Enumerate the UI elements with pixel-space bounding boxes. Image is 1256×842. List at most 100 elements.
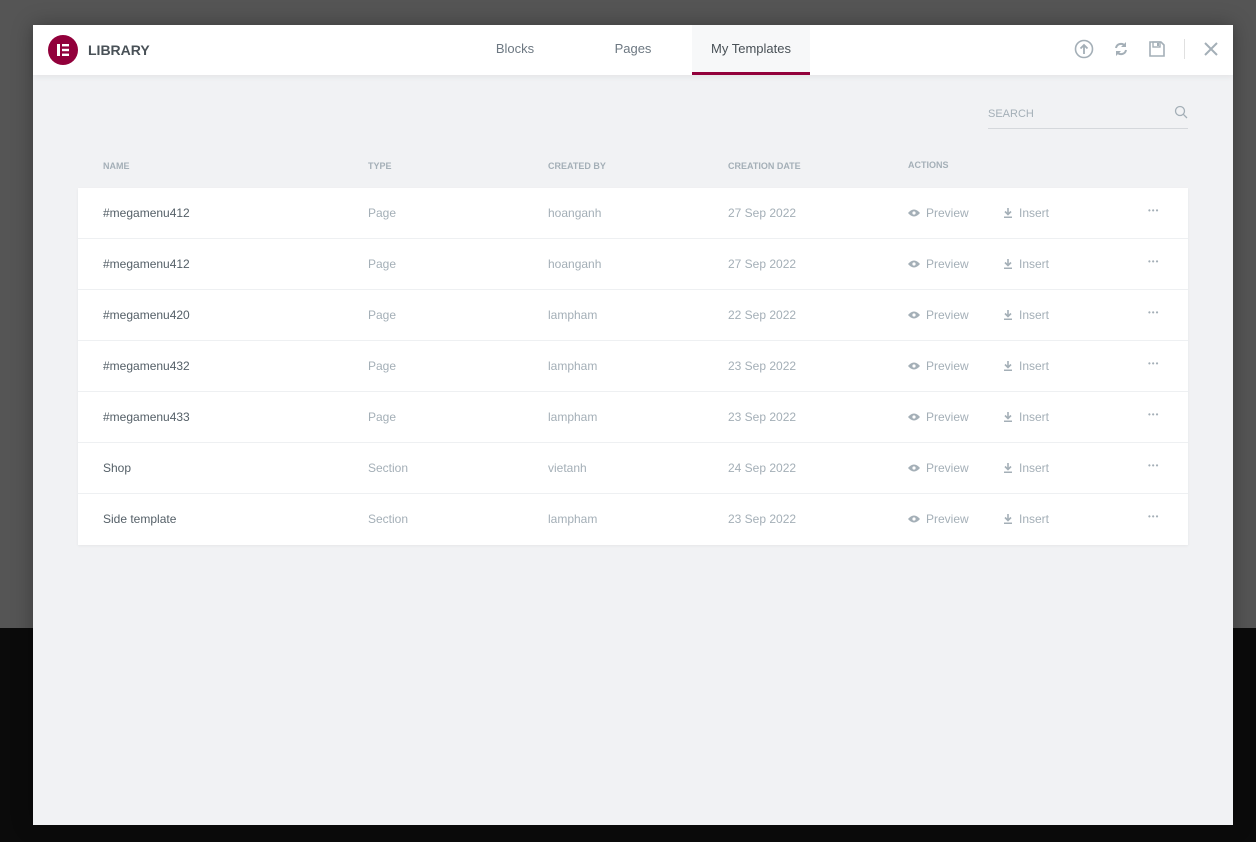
preview-label: Preview xyxy=(926,461,969,475)
template-name: Side template xyxy=(103,512,177,526)
sync-icon[interactable] xyxy=(1112,40,1130,58)
template-name: #megamenu412 xyxy=(103,206,190,220)
more-options-icon[interactable]: ••• xyxy=(1148,461,1159,470)
search-box xyxy=(988,103,1188,129)
preview-button[interactable]: Preview xyxy=(908,308,969,322)
table-row: #megamenu420 Page lampham 22 Sep 2022 Pr… xyxy=(78,290,1188,341)
insert-button[interactable]: Insert xyxy=(1003,308,1049,322)
search-icon[interactable] xyxy=(1174,105,1188,124)
templates-table: #megamenu412 Page hoanganh 27 Sep 2022 P… xyxy=(78,188,1188,545)
preview-button[interactable]: Preview xyxy=(908,461,969,475)
preview-button[interactable]: Preview xyxy=(908,257,969,271)
modal-title: LIBRARY xyxy=(88,42,150,58)
download-icon xyxy=(1004,412,1012,422)
template-author: hoanganh xyxy=(548,257,602,271)
header-name[interactable]: NAME xyxy=(103,161,130,171)
download-icon xyxy=(1004,208,1012,218)
template-author: lampham xyxy=(548,359,598,373)
template-date: 22 Sep 2022 xyxy=(728,308,797,322)
template-author: hoanganh xyxy=(548,206,602,220)
download-icon xyxy=(1004,310,1012,320)
eye-icon xyxy=(908,464,920,472)
template-date: 24 Sep 2022 xyxy=(728,461,797,475)
template-type: Page xyxy=(368,359,397,373)
eye-icon xyxy=(908,260,920,268)
template-author: vietanh xyxy=(548,461,587,475)
header-actions: ACTIONS xyxy=(908,160,949,170)
template-date: 27 Sep 2022 xyxy=(728,206,797,220)
insert-label: Insert xyxy=(1019,461,1050,475)
template-name: #megamenu412 xyxy=(103,257,190,271)
preview-label: Preview xyxy=(926,359,969,373)
upload-icon[interactable] xyxy=(1074,39,1094,59)
divider xyxy=(1184,39,1185,59)
eye-icon xyxy=(908,209,920,217)
template-date: 23 Sep 2022 xyxy=(728,512,797,526)
insert-label: Insert xyxy=(1019,410,1050,424)
preview-button[interactable]: Preview xyxy=(908,359,969,373)
tab-my-templates[interactable]: My Templates xyxy=(692,25,810,75)
more-options-icon[interactable]: ••• xyxy=(1148,206,1159,215)
header-created-by[interactable]: CREATED BY xyxy=(548,161,606,171)
insert-label: Insert xyxy=(1019,206,1050,220)
template-type: Section xyxy=(368,461,409,475)
template-type: Page xyxy=(368,410,397,424)
table-row: Side template Section lampham 23 Sep 202… xyxy=(78,494,1188,545)
template-name: #megamenu420 xyxy=(103,308,190,322)
table-row: #megamenu412 Page hoanganh 27 Sep 2022 P… xyxy=(78,239,1188,290)
download-icon xyxy=(1004,463,1012,473)
template-date: 23 Sep 2022 xyxy=(728,410,797,424)
template-type: Section xyxy=(368,512,409,526)
download-icon xyxy=(1004,259,1012,269)
more-options-icon[interactable]: ••• xyxy=(1148,512,1159,521)
modal-header: LIBRARY Blocks Pages My Templates xyxy=(33,25,1233,75)
preview-button[interactable]: Preview xyxy=(908,206,969,220)
preview-label: Preview xyxy=(926,410,969,424)
eye-icon xyxy=(908,362,920,370)
template-type: Page xyxy=(368,308,397,322)
insert-button[interactable]: Insert xyxy=(1003,257,1049,271)
template-name: #megamenu432 xyxy=(103,359,190,373)
insert-button[interactable]: Insert xyxy=(1003,206,1049,220)
download-icon xyxy=(1004,514,1012,524)
tab-blocks[interactable]: Blocks xyxy=(456,25,574,75)
save-icon[interactable] xyxy=(1148,40,1166,58)
tab-pages[interactable]: Pages xyxy=(574,25,692,75)
table-row: #megamenu433 Page lampham 23 Sep 2022 Pr… xyxy=(78,392,1188,443)
preview-button[interactable]: Preview xyxy=(908,512,969,526)
template-date: 23 Sep 2022 xyxy=(728,359,797,373)
insert-label: Insert xyxy=(1019,257,1050,271)
search-input[interactable] xyxy=(988,103,1158,125)
more-options-icon[interactable]: ••• xyxy=(1148,410,1159,419)
header-type[interactable]: TYPE xyxy=(368,161,392,171)
header-creation-date[interactable]: CREATION DATE xyxy=(728,161,801,171)
table-row: #megamenu432 Page lampham 23 Sep 2022 Pr… xyxy=(78,341,1188,392)
more-options-icon[interactable]: ••• xyxy=(1148,359,1159,368)
more-options-icon[interactable]: ••• xyxy=(1148,257,1159,266)
preview-label: Preview xyxy=(926,308,969,322)
eye-icon xyxy=(908,413,920,421)
table-header: NAME TYPE CREATED BY CREATION DATE ACTIO… xyxy=(78,160,1188,181)
template-author: lampham xyxy=(548,512,598,526)
template-author: lampham xyxy=(548,410,598,424)
template-type: Page xyxy=(368,257,397,271)
download-icon xyxy=(1004,361,1012,371)
more-options-icon[interactable]: ••• xyxy=(1148,308,1159,317)
insert-button[interactable]: Insert xyxy=(1003,410,1049,424)
insert-button[interactable]: Insert xyxy=(1003,461,1049,475)
eye-icon xyxy=(908,311,920,319)
template-author: lampham xyxy=(548,308,598,322)
preview-label: Preview xyxy=(926,257,969,271)
tabs: Blocks Pages My Templates xyxy=(456,25,810,75)
elementor-logo-icon xyxy=(48,35,78,65)
template-name: #megamenu433 xyxy=(103,410,190,424)
insert-label: Insert xyxy=(1019,308,1050,322)
eye-icon xyxy=(908,515,920,523)
insert-button[interactable]: Insert xyxy=(1003,512,1049,526)
table-row: #megamenu412 Page hoanganh 27 Sep 2022 P… xyxy=(78,188,1188,239)
preview-button[interactable]: Preview xyxy=(908,410,969,424)
insert-label: Insert xyxy=(1019,359,1050,373)
insert-button[interactable]: Insert xyxy=(1003,359,1049,373)
preview-label: Preview xyxy=(926,512,969,526)
close-icon[interactable] xyxy=(1203,41,1219,57)
